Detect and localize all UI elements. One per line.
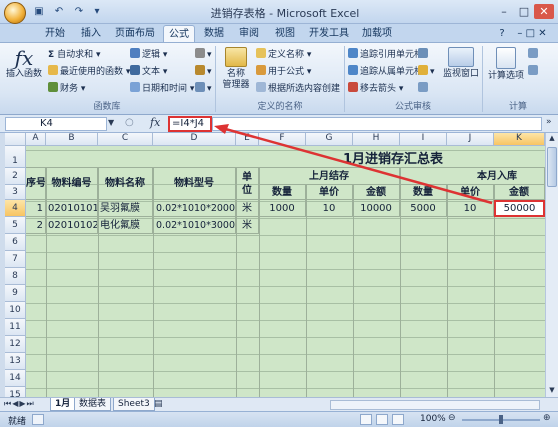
- sheet-nav-icon[interactable]: ⏮◀▶⏭: [4, 399, 35, 409]
- sheet-tab-bar: ⏮◀▶⏭ 1月 数据表 Sheet3 ▤: [0, 397, 558, 411]
- scroll-up-icon[interactable]: ▲: [547, 134, 557, 144]
- sheet-tab-sheet3[interactable]: Sheet3: [113, 398, 155, 411]
- scroll-down-icon[interactable]: ▼: [547, 386, 557, 396]
- page-break-view-icon[interactable]: [392, 414, 404, 425]
- sheet-tab-data[interactable]: 数据表: [74, 398, 112, 411]
- status-ready: 就绪: [8, 417, 27, 427]
- page-layout-view-icon[interactable]: [376, 414, 388, 425]
- normal-view-icon[interactable]: [360, 414, 372, 425]
- annotation-arrow: [214, 124, 493, 205]
- vertical-scrollbar[interactable]: ▲ ▼: [545, 133, 558, 397]
- sheet-tab-jan[interactable]: 1月: [50, 398, 76, 411]
- annotation-arrow-head: [214, 124, 229, 134]
- zoom-level[interactable]: 100%: [420, 414, 446, 424]
- zoom-out-icon[interactable]: ⊖: [448, 413, 456, 423]
- horizontal-scrollbar[interactable]: [330, 400, 540, 410]
- zoom-slider-thumb[interactable]: [499, 415, 503, 424]
- status-bar: 就绪 100% ⊖ ⊕: [0, 411, 558, 427]
- annotation-arrow-line: [221, 126, 493, 205]
- insert-sheet-icon[interactable]: ▤: [154, 399, 168, 410]
- macro-record-icon[interactable]: [32, 414, 44, 425]
- zoom-in-icon[interactable]: ⊕: [543, 413, 551, 423]
- scroll-thumb[interactable]: [547, 147, 557, 187]
